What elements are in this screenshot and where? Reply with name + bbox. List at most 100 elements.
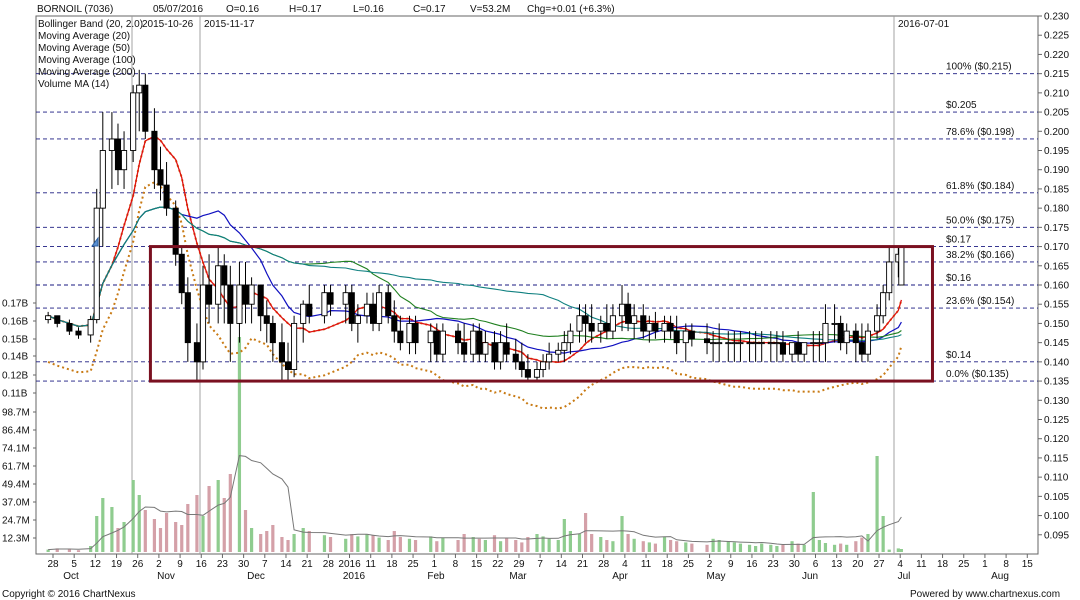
candle-down bbox=[206, 284, 213, 305]
candle-down bbox=[263, 315, 270, 324]
footer-copyright: Copyright © 2016 ChartNexus bbox=[2, 589, 136, 600]
candle-up bbox=[136, 84, 143, 94]
candle-up bbox=[130, 92, 137, 151]
volume-bar bbox=[823, 543, 828, 552]
candle-up bbox=[439, 330, 446, 355]
volume-tick-label: 61.7M bbox=[2, 462, 30, 473]
candle-down bbox=[673, 330, 680, 344]
candle-up bbox=[767, 342, 774, 345]
volume-bar bbox=[641, 541, 645, 552]
x-tick-label: 26 bbox=[132, 559, 144, 570]
volume-bar bbox=[180, 525, 184, 552]
candle-up bbox=[427, 330, 434, 344]
price-tick-label: 0.150 bbox=[1044, 319, 1069, 330]
candle-up bbox=[874, 315, 881, 332]
volume-bar bbox=[547, 538, 551, 552]
candle-down bbox=[461, 342, 468, 355]
volume-tick-label: 86.4M bbox=[2, 426, 30, 437]
price-tick-label: 0.120 bbox=[1044, 434, 1069, 445]
volume-bar bbox=[832, 544, 837, 552]
volume-bar bbox=[76, 550, 81, 552]
volume-bar bbox=[705, 544, 709, 552]
candle-up bbox=[497, 342, 504, 363]
candle-up bbox=[831, 322, 838, 325]
x-tick-label: 4 bbox=[622, 559, 628, 570]
price-tick-label: 0.160 bbox=[1044, 281, 1069, 292]
volume-bar bbox=[556, 540, 560, 552]
volume-bar bbox=[237, 337, 242, 552]
candle-down bbox=[518, 361, 525, 370]
candle-down bbox=[114, 138, 122, 171]
volume-bar bbox=[265, 531, 269, 552]
candle-up bbox=[898, 246, 905, 286]
candle-up bbox=[631, 315, 638, 324]
candle-down bbox=[476, 330, 483, 355]
candle-down bbox=[369, 303, 377, 324]
candle-down bbox=[75, 330, 82, 336]
volume-bar bbox=[483, 540, 487, 552]
price-tick-label: 0.105 bbox=[1044, 492, 1069, 503]
candle-down bbox=[221, 265, 228, 286]
candle-down bbox=[852, 330, 859, 344]
level-label: $0.205 bbox=[946, 100, 977, 111]
candle-down bbox=[688, 330, 695, 340]
volume-bar bbox=[514, 540, 518, 552]
x-tick-label: 18 bbox=[386, 559, 398, 570]
volume-bar bbox=[201, 516, 205, 552]
candle-down bbox=[327, 292, 334, 305]
x-tick-label: 5 bbox=[71, 559, 77, 570]
volume-bar bbox=[726, 541, 730, 552]
volume-tick-label: 0.14B bbox=[2, 352, 28, 363]
x-tick-label: 1 bbox=[431, 559, 437, 570]
candle-down bbox=[284, 361, 292, 370]
candle-down bbox=[242, 284, 249, 305]
volume-bar bbox=[769, 544, 773, 552]
volume-bar bbox=[817, 540, 821, 552]
x-month-label: Feb bbox=[427, 571, 445, 582]
x-tick-label: 21 bbox=[577, 559, 589, 570]
price-tick-label: 0.155 bbox=[1044, 300, 1069, 311]
x-tick-label: 2 bbox=[156, 559, 162, 570]
x-tick-label: 25 bbox=[958, 559, 970, 570]
price-tick-label: 0.185 bbox=[1044, 184, 1069, 195]
header-low: L=0.16 bbox=[353, 4, 384, 15]
volume-bar bbox=[377, 537, 381, 552]
candle-down bbox=[703, 338, 711, 344]
marker-date-1: 2015-10-26 bbox=[142, 19, 194, 30]
volume-bar bbox=[887, 549, 891, 552]
x-tick-label: 21 bbox=[302, 559, 314, 570]
x-tick-label: 7 bbox=[537, 559, 543, 570]
symbol-title: BORNOIL (7036) bbox=[37, 4, 113, 15]
volume-bar bbox=[711, 538, 715, 552]
price-tick-label: 0.145 bbox=[1044, 338, 1069, 349]
candle-up bbox=[682, 330, 689, 344]
volume-bar bbox=[356, 536, 360, 552]
volume-bar bbox=[684, 542, 688, 552]
candle-up bbox=[801, 342, 808, 355]
volume-bar bbox=[435, 541, 439, 552]
x-tick-label: 8 bbox=[453, 559, 459, 570]
candle-down bbox=[54, 315, 61, 324]
candle-up bbox=[886, 261, 893, 294]
level-label: $0.16 bbox=[946, 273, 971, 284]
candle-up bbox=[470, 330, 477, 355]
volume-bar bbox=[899, 549, 903, 552]
x-tick-label: 16 bbox=[746, 559, 758, 570]
volume-bar bbox=[365, 534, 369, 552]
x-tick-label: 2016 bbox=[338, 559, 361, 570]
marker-date-3: 2016-07-01 bbox=[898, 19, 950, 30]
price-tick-label: 0.215 bbox=[1044, 69, 1069, 80]
volume-bar bbox=[802, 544, 806, 552]
price-tick-label: 0.190 bbox=[1044, 165, 1069, 176]
volume-bar bbox=[195, 495, 199, 552]
candle-down bbox=[391, 315, 398, 332]
x-tick-label: 11 bbox=[916, 559, 927, 570]
volume-bar bbox=[535, 534, 539, 552]
candle-up bbox=[810, 342, 817, 345]
x-tick-label: 9 bbox=[177, 559, 183, 570]
fibonacci-label: 0.0% ($0.135) bbox=[946, 369, 1009, 380]
volume-bar bbox=[392, 531, 396, 552]
volume-bar bbox=[116, 528, 120, 552]
candle-up bbox=[746, 342, 753, 345]
candle-down bbox=[625, 303, 632, 324]
